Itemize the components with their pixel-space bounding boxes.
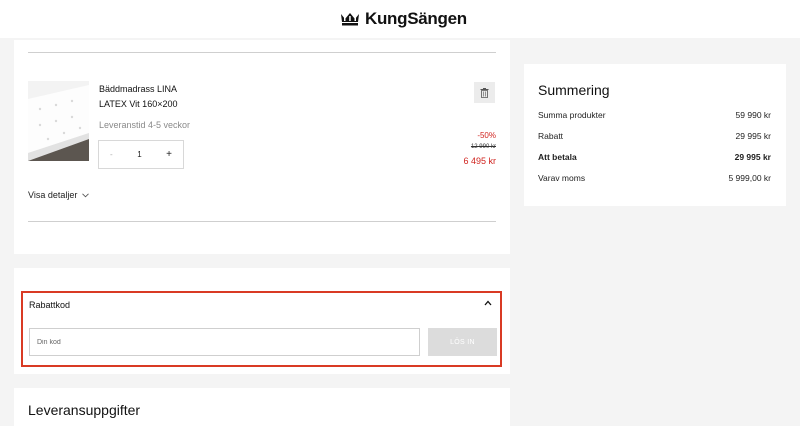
- coupon-card: Rabattkod LÖS IN: [14, 268, 510, 374]
- redeem-button[interactable]: LÖS IN: [428, 328, 497, 356]
- summary-label: Varav moms: [538, 173, 586, 183]
- summary-value: 59 990 kr: [735, 110, 771, 120]
- decrease-quantity-button[interactable]: -: [110, 150, 113, 159]
- chevron-up-icon[interactable]: [484, 300, 492, 306]
- trash-icon: [480, 87, 489, 98]
- coupon-code-input[interactable]: [29, 328, 420, 356]
- coupon-title[interactable]: Rabattkod: [29, 300, 70, 310]
- crown-icon: [341, 13, 359, 26]
- divider: [28, 221, 496, 222]
- order-summary: Summering Summa produkter 59 990 kr Raba…: [524, 64, 786, 206]
- divider: [28, 52, 496, 53]
- summary-value: 5 999,00 kr: [728, 173, 771, 183]
- show-details-toggle[interactable]: Visa detaljer: [28, 190, 90, 200]
- remove-item-button[interactable]: [474, 82, 495, 103]
- discount-percent: -50%: [477, 131, 496, 140]
- summary-label: Rabatt: [538, 131, 564, 141]
- site-logo[interactable]: KungSängen: [340, 7, 467, 31]
- product-name-line1: Bäddmadrass LINA: [99, 84, 178, 94]
- site-header: KungSängen: [0, 0, 800, 38]
- logo-text: KungSängen: [365, 9, 467, 28]
- summary-row-discount: Rabatt 29 995 kr: [538, 131, 771, 141]
- quantity-stepper: - 1 +: [98, 140, 184, 169]
- summary-title: Summering: [538, 82, 610, 98]
- delivery-card: Leveransuppgifter: [14, 388, 510, 426]
- coupon-section: Rabattkod LÖS IN: [21, 291, 502, 367]
- sale-price: 6 495 kr: [463, 156, 496, 166]
- product-name[interactable]: Bäddmadrass LINA LATEX Vit 160×200: [99, 82, 177, 112]
- chevron-down-icon: [82, 192, 90, 197]
- summary-value: 29 995 kr: [735, 131, 771, 141]
- delivery-title: Leveransuppgifter: [28, 402, 141, 418]
- summary-row-vat: Varav moms 5 999,00 kr: [538, 173, 771, 183]
- increase-quantity-button[interactable]: +: [166, 149, 172, 160]
- product-image[interactable]: [28, 81, 89, 161]
- summary-row-subtotal: Summa produkter 59 990 kr: [538, 110, 771, 120]
- mattress-image: [28, 81, 89, 161]
- summary-label: Summa produkter: [538, 110, 606, 120]
- summary-row-total: Att betala 29 995 kr: [538, 152, 771, 162]
- delivery-time: Leveranstid 4-5 veckor: [99, 120, 191, 130]
- quantity-value[interactable]: 1: [137, 150, 141, 159]
- original-price: 12 990 kr: [470, 144, 496, 150]
- product-name-line2: LATEX Vit 160×200: [99, 99, 178, 109]
- summary-label: Att betala: [538, 152, 577, 162]
- cart-card: Bäddmadrass LINA LATEX Vit 160×200 Lever…: [14, 40, 510, 254]
- summary-value: 29 995 kr: [734, 152, 771, 162]
- show-details-label: Visa detaljer: [28, 190, 78, 200]
